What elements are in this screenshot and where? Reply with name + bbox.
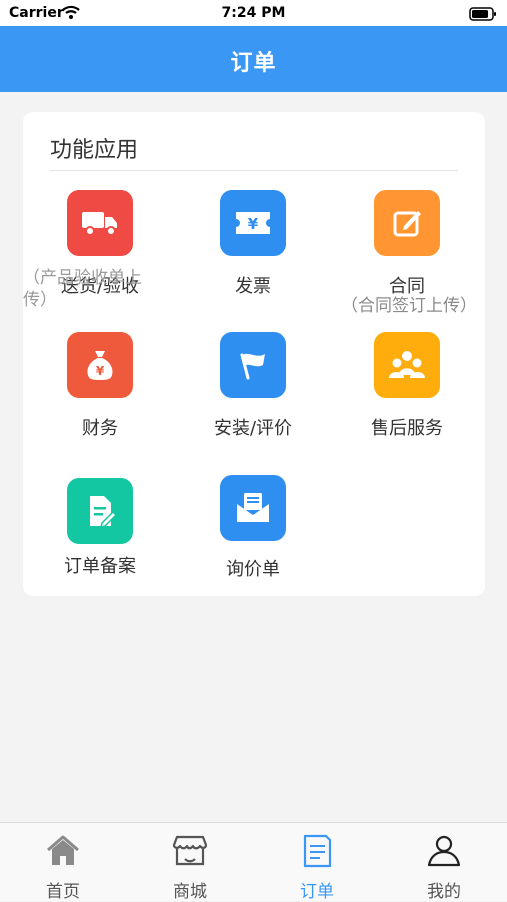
money-bag-icon: ¥ (67, 332, 133, 398)
user-icon (426, 833, 462, 869)
tab-order[interactable]: 订单 (254, 823, 380, 902)
truck-icon (67, 190, 133, 256)
tab-home[interactable]: 首页 (0, 823, 126, 902)
flag-icon (220, 332, 286, 398)
func-label: 安装/评价 (213, 418, 293, 439)
people-icon (374, 332, 440, 398)
tab-label: 我的 (427, 882, 461, 902)
func-contract[interactable]: 合同 (332, 190, 482, 300)
func-note-delivery: （产品验收单上传） (23, 268, 142, 310)
home-icon (45, 833, 81, 869)
svg-text:¥: ¥ (96, 364, 105, 378)
document-icon (67, 478, 133, 544)
tab-label: 首页 (46, 882, 80, 902)
function-card: 功能应用 送货/验收 （产品验收单上传） ¥ 发票 合同 （合同签订上传） ¥ … (23, 112, 485, 596)
edit-icon (374, 190, 440, 256)
func-finance[interactable]: ¥ 财务 (25, 332, 175, 442)
order-icon (299, 833, 335, 869)
func-label: 售后服务 (371, 418, 443, 439)
status-bar: Carrier 7:24 PM (0, 0, 507, 26)
func-invoice[interactable]: ¥ 发票 (178, 190, 328, 300)
status-time: 7:24 PM (221, 5, 286, 21)
page-title: 订单 (230, 51, 277, 76)
invoice-ticket-icon: ¥ (220, 190, 286, 256)
tab-profile[interactable]: 我的 (381, 823, 507, 902)
mail-letter-icon (220, 475, 286, 541)
tab-store[interactable]: 商城 (127, 823, 253, 902)
tab-label: 订单 (300, 882, 334, 902)
func-label: 发票 (235, 276, 271, 297)
battery-icon (469, 6, 497, 25)
card-divider (50, 170, 458, 171)
func-inquiry[interactable]: 询价单 (178, 475, 328, 587)
func-install-review[interactable]: 安装/评价 (178, 332, 328, 442)
nav-header: 订单 (0, 26, 507, 92)
func-order-filing[interactable]: 订单备案 (25, 478, 175, 588)
card-title: 功能应用 (50, 138, 139, 163)
func-label: 询价单 (226, 559, 280, 580)
tab-label: 商城 (173, 882, 207, 902)
bottom-tab-bar: 首页 商城 订单 我的 (0, 822, 507, 902)
store-icon (172, 833, 208, 869)
func-label: 订单备案 (64, 556, 136, 577)
func-label: 财务 (82, 418, 118, 439)
func-note-contract: （合同签订上传） (341, 296, 477, 316)
svg-text:¥: ¥ (248, 215, 259, 233)
func-after-sales[interactable]: 售后服务 (332, 332, 482, 442)
